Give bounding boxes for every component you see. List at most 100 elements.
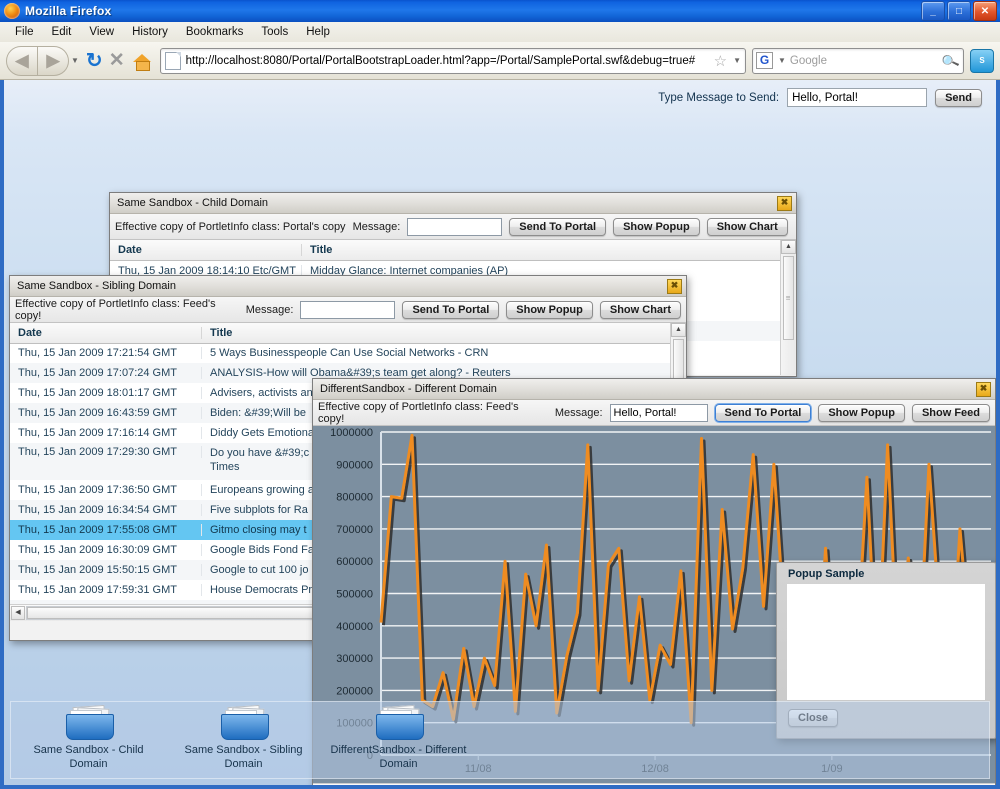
portal-message-bar: Type Message to Send: Send bbox=[658, 88, 982, 107]
column-title[interactable]: Title bbox=[302, 244, 796, 256]
minimize-button[interactable]: _ bbox=[921, 1, 945, 21]
scroll-up-icon[interactable]: ▲ bbox=[781, 240, 796, 254]
portal-message-input[interactable] bbox=[787, 88, 928, 107]
cell-date: Thu, 15 Jan 2009 17:55:08 GMT bbox=[10, 524, 202, 536]
portal-dock: Same Sandbox - Child Domain Same Sandbox… bbox=[10, 701, 990, 779]
scroll-up-icon[interactable]: ▲ bbox=[671, 323, 686, 337]
window-titlebar[interactable]: Same Sandbox - Sibling Domain ✖ bbox=[10, 276, 686, 297]
svg-text:900000: 900000 bbox=[336, 459, 373, 471]
browser-navbar: ◀ ▶ ▼ ↻ ✕ http://localhost:8080/Portal/P… bbox=[0, 42, 1000, 80]
message-input[interactable] bbox=[407, 217, 503, 236]
menu-bookmarks[interactable]: Bookmarks bbox=[177, 24, 253, 40]
dock-item-sibling-domain[interactable]: Same Sandbox - Sibling Domain bbox=[166, 704, 321, 771]
maximize-button[interactable]: □ bbox=[947, 1, 971, 21]
close-button[interactable]: ✕ bbox=[973, 1, 997, 21]
menu-help[interactable]: Help bbox=[297, 24, 339, 40]
window-titlebar[interactable]: DifferentSandbox - Different Domain ✖ bbox=[313, 379, 995, 400]
folder-icon bbox=[375, 704, 424, 740]
cell-date: Thu, 15 Jan 2009 16:30:09 GMT bbox=[10, 544, 202, 556]
dock-item-child-domain[interactable]: Same Sandbox - Child Domain bbox=[11, 704, 166, 771]
window-close-icon[interactable]: ✖ bbox=[777, 195, 792, 211]
reload-icon[interactable]: ↻ bbox=[86, 48, 103, 73]
send-to-portal-button[interactable]: Send To Portal bbox=[509, 217, 607, 236]
show-popup-button[interactable]: Show Popup bbox=[506, 300, 593, 319]
page-icon bbox=[164, 51, 181, 70]
send-to-portal-button[interactable]: Send To Portal bbox=[402, 300, 500, 319]
popup-title: Popup Sample bbox=[788, 568, 865, 580]
menu-view[interactable]: View bbox=[80, 24, 123, 40]
search-bar[interactable]: G ▼ Google 🔍 bbox=[752, 47, 965, 74]
show-chart-button[interactable]: Show Chart bbox=[599, 300, 681, 319]
window-title-text: Same Sandbox - Child Domain bbox=[117, 197, 269, 209]
back-button-icon[interactable]: ◀ bbox=[6, 45, 38, 76]
search-icon[interactable]: 🔍 bbox=[940, 49, 965, 71]
url-text[interactable]: http://localhost:8080/Portal/PortalBoots… bbox=[186, 55, 710, 67]
column-date[interactable]: Date bbox=[110, 244, 302, 256]
message-input[interactable] bbox=[300, 300, 396, 319]
svg-text:800000: 800000 bbox=[336, 492, 373, 504]
url-bar[interactable]: http://localhost:8080/Portal/PortalBoots… bbox=[159, 47, 746, 74]
scroll-track[interactable]: ═ bbox=[329, 785, 979, 789]
cell-title: 5 Ways Businesspeople Can Use Social Net… bbox=[210, 347, 489, 359]
cell-date: Thu, 15 Jan 2009 17:29:30 GMT bbox=[10, 446, 202, 458]
scroll-left-icon[interactable]: ◀ bbox=[314, 785, 328, 789]
menu-edit[interactable]: Edit bbox=[43, 24, 81, 40]
column-title-label: Title bbox=[210, 327, 233, 339]
show-feed-button[interactable]: Show Feed bbox=[911, 403, 990, 422]
window-toolbar: Effective copy of PortletInfo class: Fee… bbox=[10, 297, 686, 323]
window-controls: _ □ ✕ bbox=[921, 1, 1000, 21]
folder-icon bbox=[65, 704, 114, 740]
dock-item-label-line2: Domain bbox=[224, 758, 263, 770]
url-dropdown-icon[interactable]: ▼ bbox=[733, 56, 741, 65]
chart-horizontal-scrollbar[interactable]: ◀ ═ ▶ bbox=[313, 783, 995, 789]
column-title[interactable]: Title ▲ bbox=[202, 327, 686, 339]
back-forward-group: ◀ ▶ bbox=[6, 45, 69, 76]
portal-send-button[interactable]: Send bbox=[935, 88, 982, 107]
svg-text:700000: 700000 bbox=[336, 524, 373, 536]
menu-tools[interactable]: Tools bbox=[252, 24, 297, 40]
search-input[interactable]: Google bbox=[790, 55, 942, 67]
cell-date: Thu, 15 Jan 2009 18:01:17 GMT bbox=[10, 387, 202, 399]
bookmark-star-icon[interactable]: ☆ bbox=[710, 52, 731, 70]
cell-title-line1: Do you have &#39;c bbox=[210, 447, 310, 459]
vertical-scrollbar[interactable]: ▲ ≡ bbox=[780, 240, 796, 375]
window-close-icon[interactable]: ✖ bbox=[667, 278, 682, 294]
cell-date: Thu, 15 Jan 2009 17:16:14 GMT bbox=[10, 427, 202, 439]
cell-date: Thu, 15 Jan 2009 15:50:15 GMT bbox=[10, 564, 202, 576]
cell-date: Thu, 15 Jan 2009 16:43:59 GMT bbox=[10, 407, 202, 419]
dock-item-label-line2: Domain bbox=[379, 758, 418, 770]
popup-body bbox=[787, 584, 985, 700]
search-engine-dropdown-icon[interactable]: ▼ bbox=[778, 56, 786, 65]
message-input[interactable] bbox=[609, 403, 708, 422]
window-toolbar: Effective copy of PortletInfo class: Por… bbox=[110, 214, 796, 240]
forward-button-icon[interactable]: ▶ bbox=[38, 45, 69, 76]
scroll-thumb[interactable]: ≡ bbox=[783, 256, 794, 340]
history-dropdown-icon[interactable]: ▼ bbox=[71, 56, 79, 65]
home-icon[interactable] bbox=[132, 52, 152, 71]
svg-text:500000: 500000 bbox=[336, 589, 373, 601]
grid-header: Date Title bbox=[110, 240, 796, 261]
show-popup-button[interactable]: Show Popup bbox=[613, 217, 700, 236]
scroll-right-icon[interactable]: ▶ bbox=[980, 785, 994, 789]
skype-icon[interactable]: S bbox=[970, 48, 994, 73]
firefox-logo-icon bbox=[4, 3, 20, 19]
stop-icon[interactable]: ✕ bbox=[109, 49, 125, 72]
table-row[interactable]: Thu, 15 Jan 2009 17:21:54 GMT 5 Ways Bus… bbox=[10, 343, 671, 363]
column-date[interactable]: Date bbox=[10, 327, 202, 339]
dock-item-label-line1: Same Sandbox - Child bbox=[33, 744, 144, 756]
show-chart-button[interactable]: Show Chart bbox=[706, 217, 788, 236]
show-popup-button[interactable]: Show Popup bbox=[818, 403, 905, 422]
menu-file[interactable]: File bbox=[6, 24, 43, 40]
portal-page: Type Message to Send: Send Same Sandbox … bbox=[0, 80, 1000, 789]
scroll-left-icon[interactable]: ◀ bbox=[11, 606, 25, 620]
window-titlebar[interactable]: Same Sandbox - Child Domain ✖ bbox=[110, 193, 796, 214]
message-label: Message: bbox=[352, 220, 401, 233]
dock-item-label-line1: DifferentSandbox - Different bbox=[330, 744, 467, 756]
dock-item-different-domain[interactable]: DifferentSandbox - Different Domain bbox=[321, 704, 476, 771]
send-to-portal-button[interactable]: Send To Portal bbox=[714, 403, 812, 422]
window-close-icon[interactable]: ✖ bbox=[976, 381, 991, 397]
portlet-info-text: Effective copy of PortletInfo class: Por… bbox=[115, 220, 346, 233]
folder-icon bbox=[220, 704, 269, 740]
menu-history[interactable]: History bbox=[123, 24, 177, 40]
cell-date: Thu, 15 Jan 2009 17:36:50 GMT bbox=[10, 484, 202, 496]
